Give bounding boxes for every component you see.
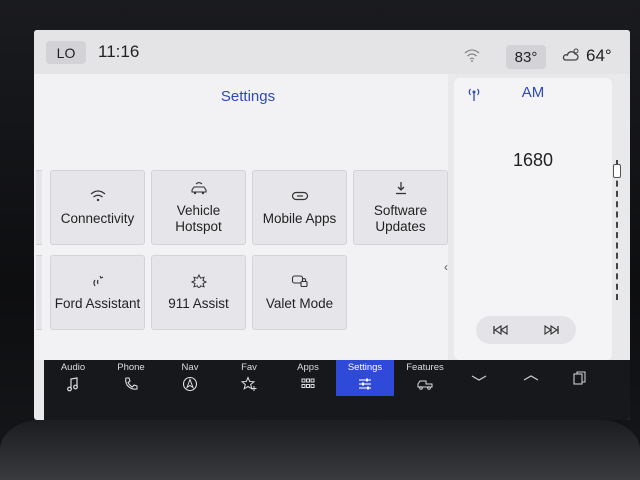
seek-forward-button[interactable] [526, 316, 576, 344]
tile-label: Valet Mode [265, 295, 334, 311]
nav-apps[interactable]: Apps [279, 360, 337, 398]
nav-label: Fav [241, 362, 257, 373]
tile-label: Connectivity [60, 210, 135, 226]
nav-label: Phone [117, 362, 145, 373]
scroll-handle[interactable] [613, 164, 621, 178]
wifi-icon [90, 189, 105, 201]
nav-label: Nav [181, 362, 199, 373]
tile-mobile-apps[interactable]: Mobile Apps [252, 170, 347, 245]
chevron-up-icon[interactable] [520, 370, 542, 386]
radio-card[interactable]: AM 1680 [454, 78, 612, 360]
bottom-nav: Audio Phone Nav Fav Apps Settings Featur… [44, 360, 630, 420]
settings-panel: Settings Connectivity Vehicle Hotspot Mo… [34, 74, 448, 386]
valet-lock-icon [291, 274, 308, 287]
phone-icon [125, 377, 138, 390]
touchscreen: LO 11:16 83° 64° Settings Connectivity V… [34, 30, 630, 420]
chevron-left-icon[interactable]: ‹ [444, 260, 448, 274]
radio-band: AM [521, 84, 545, 101]
chevron-down-icon[interactable] [468, 370, 490, 386]
truck-icon [417, 380, 433, 390]
radio-frequency: 1680 [512, 150, 554, 170]
cloud-sun-icon [562, 48, 579, 61]
nav-label: Settings [347, 362, 383, 373]
bezel-lower [0, 420, 640, 480]
tile-edge-left [36, 255, 42, 330]
tile-vehicle-hotspot[interactable]: Vehicle Hotspot [151, 170, 246, 245]
clock: 11:16 [98, 42, 140, 61]
tile-label: Software Updates [373, 202, 428, 234]
outside-temp: 64° [586, 46, 612, 65]
nav-fav[interactable]: Fav [220, 360, 278, 398]
inside-temp-button[interactable]: 83° [506, 45, 546, 69]
download-icon [395, 181, 406, 194]
assistant-icon [92, 275, 103, 286]
nav-audio[interactable]: Audio [44, 360, 102, 398]
scroll-track[interactable] [616, 160, 620, 300]
car-wifi-icon [190, 181, 207, 194]
seek-back-button[interactable] [476, 316, 526, 344]
nav-label: Audio [60, 362, 86, 373]
status-bar: LO 11:16 83° 64° [34, 30, 630, 74]
grid-icon [301, 378, 315, 388]
tile-label: 911 Assist [168, 295, 229, 311]
seek-back-icon [493, 325, 508, 335]
tile-connectivity[interactable]: Connectivity [50, 170, 145, 245]
nav-label: Apps [297, 362, 319, 373]
link-icon [291, 191, 308, 200]
music-note-icon [67, 377, 78, 392]
star-plus-icon [241, 376, 257, 391]
tile-label: Mobile Apps [262, 210, 337, 226]
copy-screens-icon[interactable] [568, 370, 590, 386]
settings-title: Settings [220, 88, 276, 105]
tile-label: Vehicle Hotspot [175, 202, 222, 234]
lo-button[interactable]: LO [46, 41, 86, 64]
tile-edge-left [36, 170, 42, 245]
nav-features[interactable]: Features [396, 360, 454, 398]
tile-valet-mode[interactable]: Valet Mode [252, 255, 347, 330]
navigation-icon [182, 376, 198, 392]
emergency-icon [190, 273, 207, 288]
nav-phone[interactable]: Phone [102, 360, 160, 398]
seek-controls [476, 316, 576, 344]
wifi-status-icon [464, 49, 480, 62]
sliders-icon [359, 378, 371, 390]
nav-label: Features [406, 362, 444, 373]
tile-ford-assistant[interactable]: Ford Assistant [50, 255, 145, 330]
tile-911-assist[interactable]: 911 Assist [151, 255, 246, 330]
tile-label: Ford Assistant [54, 295, 141, 311]
nav-settings[interactable]: Settings [336, 360, 394, 396]
nav-nav[interactable]: Nav [161, 360, 219, 398]
seek-forward-icon [544, 325, 559, 335]
tile-software-updates[interactable]: Software Updates [353, 170, 448, 245]
